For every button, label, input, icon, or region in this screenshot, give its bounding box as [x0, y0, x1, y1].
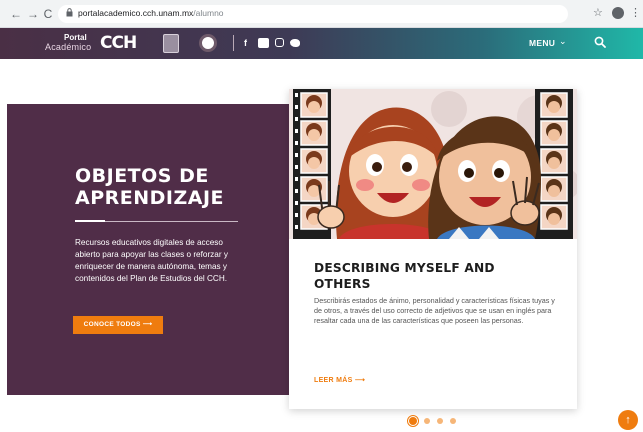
featured-card[interactable]: DESCRIBING MYSELF AND OTHERS Describirás…	[289, 89, 577, 409]
header-divider	[233, 35, 234, 51]
conoce-todos-button[interactable]: CONOCE TODOS ⟶	[73, 316, 163, 334]
url-text: portalacademico.cch.unam.mx/alumno	[78, 8, 224, 18]
reload-button[interactable]: C	[40, 6, 56, 22]
hero-description: Recursos educativos digitales de acceso …	[75, 238, 228, 283]
youtube-icon[interactable]	[258, 38, 269, 48]
logo-portal-text[interactable]: Portal	[64, 33, 87, 42]
site-header: Portal Académico CCH f MENU ⌄	[0, 28, 643, 59]
url-host: portalacademico.cch.unam.mx	[78, 8, 194, 18]
card-illustration-image[interactable]	[289, 89, 577, 239]
hero-panel: OBJETOS DE APRENDIZAJE Recursos educativ…	[7, 104, 290, 395]
logo-academico-text[interactable]: Académico	[45, 42, 91, 52]
bookmark-star-icon[interactable]: ☆	[593, 6, 603, 19]
lock-icon	[66, 8, 73, 17]
profile-avatar[interactable]	[612, 7, 624, 19]
facebook-icon[interactable]: f	[244, 38, 247, 48]
unam-crest-icon[interactable]	[163, 34, 179, 53]
carousel-dot-2[interactable]	[424, 418, 430, 424]
hero-rule-accent	[75, 220, 105, 222]
scroll-to-top-button[interactable]: ↑	[618, 410, 638, 430]
cch-seal-icon[interactable]	[199, 34, 217, 52]
browser-menu-icon[interactable]: ⋮	[630, 6, 641, 19]
card-title-line1[interactable]: DESCRIBING MYSELF AND	[314, 261, 564, 277]
back-button[interactable]: ←	[8, 6, 24, 22]
carousel-dot-1[interactable]	[406, 414, 420, 428]
card-description: Describirás estados de ánimo, personalid…	[314, 296, 555, 325]
hero-title-line2: APRENDIZAJE	[75, 187, 225, 209]
leer-mas-link[interactable]: LEER MÁS ⟶	[314, 376, 365, 384]
address-bar[interactable]: portalacademico.cch.unam.mx/alumno	[58, 5, 568, 23]
chevron-down-icon[interactable]: ⌄	[559, 36, 567, 47]
hero-title-line1: OBJETOS DE	[75, 165, 209, 187]
browser-toolbar: ← → C portalacademico.cch.unam.mx/alumno…	[0, 0, 643, 28]
twitter-icon[interactable]	[290, 39, 300, 47]
menu-button[interactable]: MENU	[529, 38, 555, 48]
logo-cch[interactable]: CCH	[100, 33, 137, 53]
carousel-dot-3[interactable]	[437, 418, 443, 424]
card-title-line2[interactable]: OTHERS	[314, 277, 564, 293]
forward-button[interactable]: →	[25, 6, 41, 22]
url-path: /alumno	[193, 8, 224, 18]
search-icon[interactable]	[594, 36, 606, 48]
hero-rule	[105, 221, 238, 222]
instagram-icon[interactable]	[275, 38, 284, 47]
carousel-dot-4[interactable]	[450, 418, 456, 424]
